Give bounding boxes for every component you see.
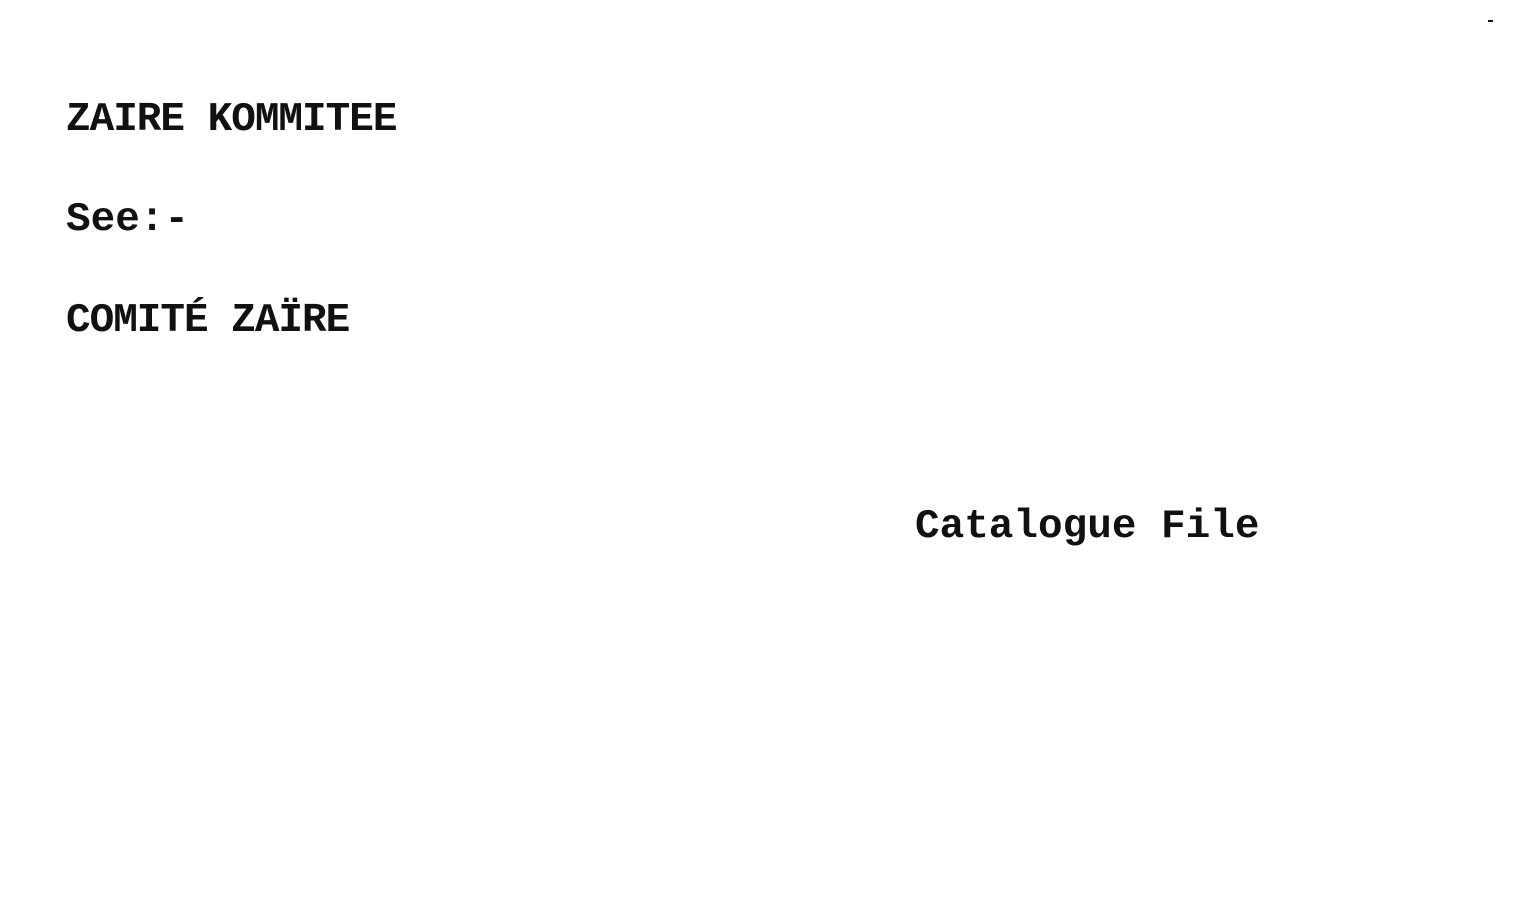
cross-reference: COMITÉ ZAÏRE	[66, 298, 350, 344]
catalogue-file-label: Catalogue File	[915, 504, 1260, 550]
ink-speck	[1488, 20, 1493, 22]
see-label: See:-	[66, 197, 190, 243]
catalogue-card: ZAIRE KOMMITEE See:- COMITÉ ZAÏRE Catalo…	[0, 0, 1514, 909]
card-heading: ZAIRE KOMMITEE	[66, 97, 397, 143]
